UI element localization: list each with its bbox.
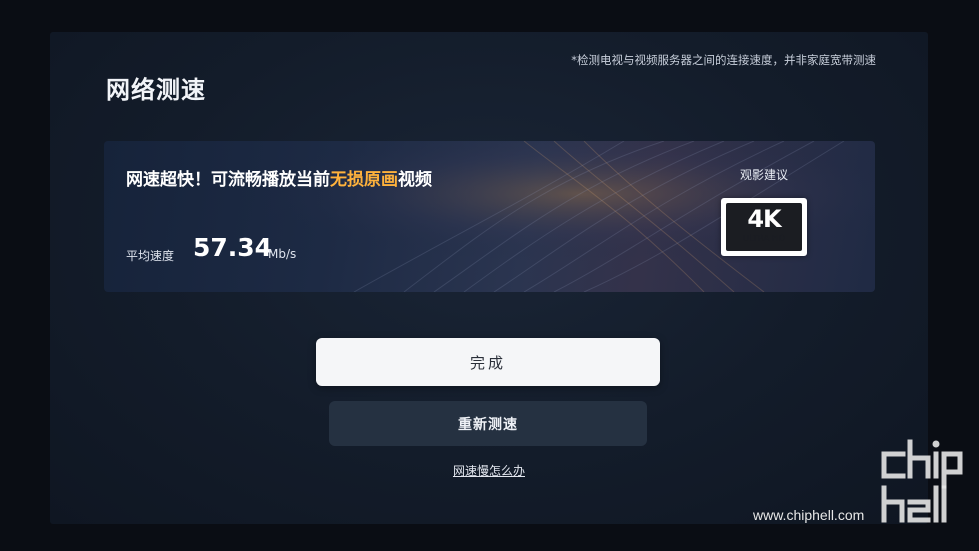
- headline-highlight: 无损原画: [330, 170, 398, 190]
- done-button[interactable]: 完成: [316, 338, 660, 386]
- headline-prefix: 网速超快！可流畅播放当前: [126, 170, 330, 190]
- chiphell-logo-icon: [881, 439, 963, 523]
- badge-main-text: 4K: [747, 205, 781, 233]
- headline-suffix: 视频: [398, 170, 432, 190]
- average-speed-label: 平均速度: [126, 249, 175, 263]
- page-title: 网络测速: [106, 76, 206, 104]
- speedtest-note: *检测电视与视频服务器之间的连接速度，并非家庭宽带测速: [571, 53, 876, 67]
- result-banner: 网速超快！可流畅播放当前无损原画视频 平均速度 57.34 Mb/s 观影建议 …: [104, 141, 875, 292]
- speed-headline: 网速超快！可流畅播放当前无损原画视频: [126, 165, 432, 190]
- 4k-ultra-hd-badge-icon: 4K ULTRA HD: [721, 198, 807, 256]
- viewing-recommendation-label: 观影建议: [740, 168, 789, 182]
- watermark-url: www.chiphell.com: [753, 507, 865, 523]
- retest-button[interactable]: 重新测速: [329, 401, 647, 446]
- average-speed-unit: Mb/s: [268, 247, 297, 261]
- average-speed-value: 57.34: [193, 233, 273, 262]
- tv-screen: 网络测速 *检测电视与视频服务器之间的连接速度，并非家庭宽带测速 网速超快！可流…: [50, 32, 928, 524]
- slow-speed-help-link[interactable]: 网速慢怎么办: [453, 464, 525, 478]
- badge-sub-text: ULTRA HD: [743, 234, 785, 244]
- help-link-container: 网速慢怎么办: [50, 462, 928, 479]
